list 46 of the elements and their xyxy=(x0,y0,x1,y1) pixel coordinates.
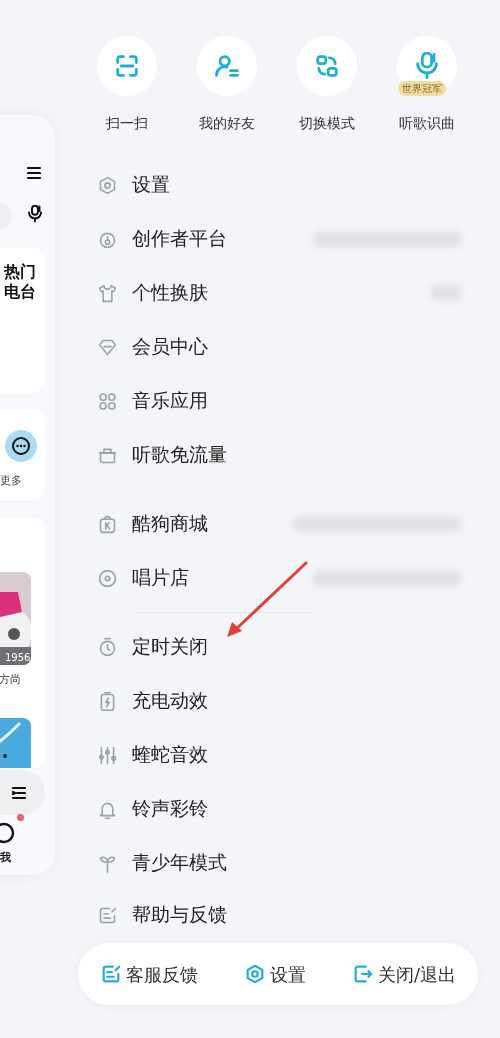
radio-card[interactable]: 热门 电台 xyxy=(0,248,45,393)
menu-item[interactable]: 个性换肤 xyxy=(132,279,208,307)
bottom-bar-button[interactable]: 关闭/退出 xyxy=(351,960,456,988)
feedback-icon xyxy=(100,963,122,985)
menu-item[interactable]: 会员中心 xyxy=(132,333,208,361)
menu-item[interactable]: 创作者平台 xyxy=(132,225,227,253)
quick-action-label[interactable]: 听歌识曲 xyxy=(399,113,455,134)
menu-item[interactable]: 听歌免流量 xyxy=(132,441,227,469)
microphone-icon xyxy=(413,52,441,80)
nav-label: 我 xyxy=(0,850,11,866)
badge: 世界冠军 xyxy=(398,81,446,96)
quick-action-label[interactable]: 我的好友 xyxy=(199,113,255,134)
menu-item[interactable]: 青少年模式 xyxy=(132,849,227,877)
menu-item[interactable]: 帮助与反馈 xyxy=(132,901,227,929)
menu-item[interactable]: 酷狗商城 xyxy=(132,510,208,538)
album-caption: 方尚 xyxy=(0,672,21,688)
quick-action-label[interactable]: 切换模式 xyxy=(299,113,355,134)
bottom-bar-button[interactable]: 客服反馈 xyxy=(100,960,198,988)
apps-icon xyxy=(97,390,118,412)
year-label: 1956 xyxy=(5,651,31,665)
menu-item[interactable]: 设置 xyxy=(132,171,170,199)
menu-item[interactable]: 蝰蛇音效 xyxy=(132,741,208,769)
menu-item[interactable]: 充电动效 xyxy=(132,687,208,715)
quick-action-button[interactable]: 世界冠军 xyxy=(397,36,457,96)
menu-item[interactable]: 铃声彩铃 xyxy=(132,795,208,823)
scan-icon xyxy=(113,52,141,80)
menu-item[interactable]: 定时关闭 xyxy=(132,633,208,661)
timer-icon xyxy=(97,636,118,658)
quick-action-label[interactable]: 扫一扫 xyxy=(106,113,148,134)
card-title: 热门 xyxy=(4,262,36,282)
shopping-bag-icon xyxy=(97,513,118,535)
disc-icon xyxy=(97,567,118,589)
menu-icon xyxy=(26,165,42,181)
switch-icon xyxy=(313,52,341,80)
menu-item[interactable]: 唱片店 xyxy=(132,564,189,592)
user-list-icon xyxy=(213,52,241,80)
shirt-icon xyxy=(97,282,118,304)
microphone-icon xyxy=(26,205,44,223)
bottom-bar-button[interactable]: 设置 xyxy=(243,960,306,988)
settings-icon xyxy=(97,174,118,196)
card-title: 电台 xyxy=(4,282,36,302)
list-icon xyxy=(11,784,27,801)
equalizer-icon xyxy=(97,744,118,766)
more-label: 更多 xyxy=(0,473,22,489)
menu-item[interactable]: 音乐应用 xyxy=(132,387,208,415)
more-icon xyxy=(11,436,31,456)
